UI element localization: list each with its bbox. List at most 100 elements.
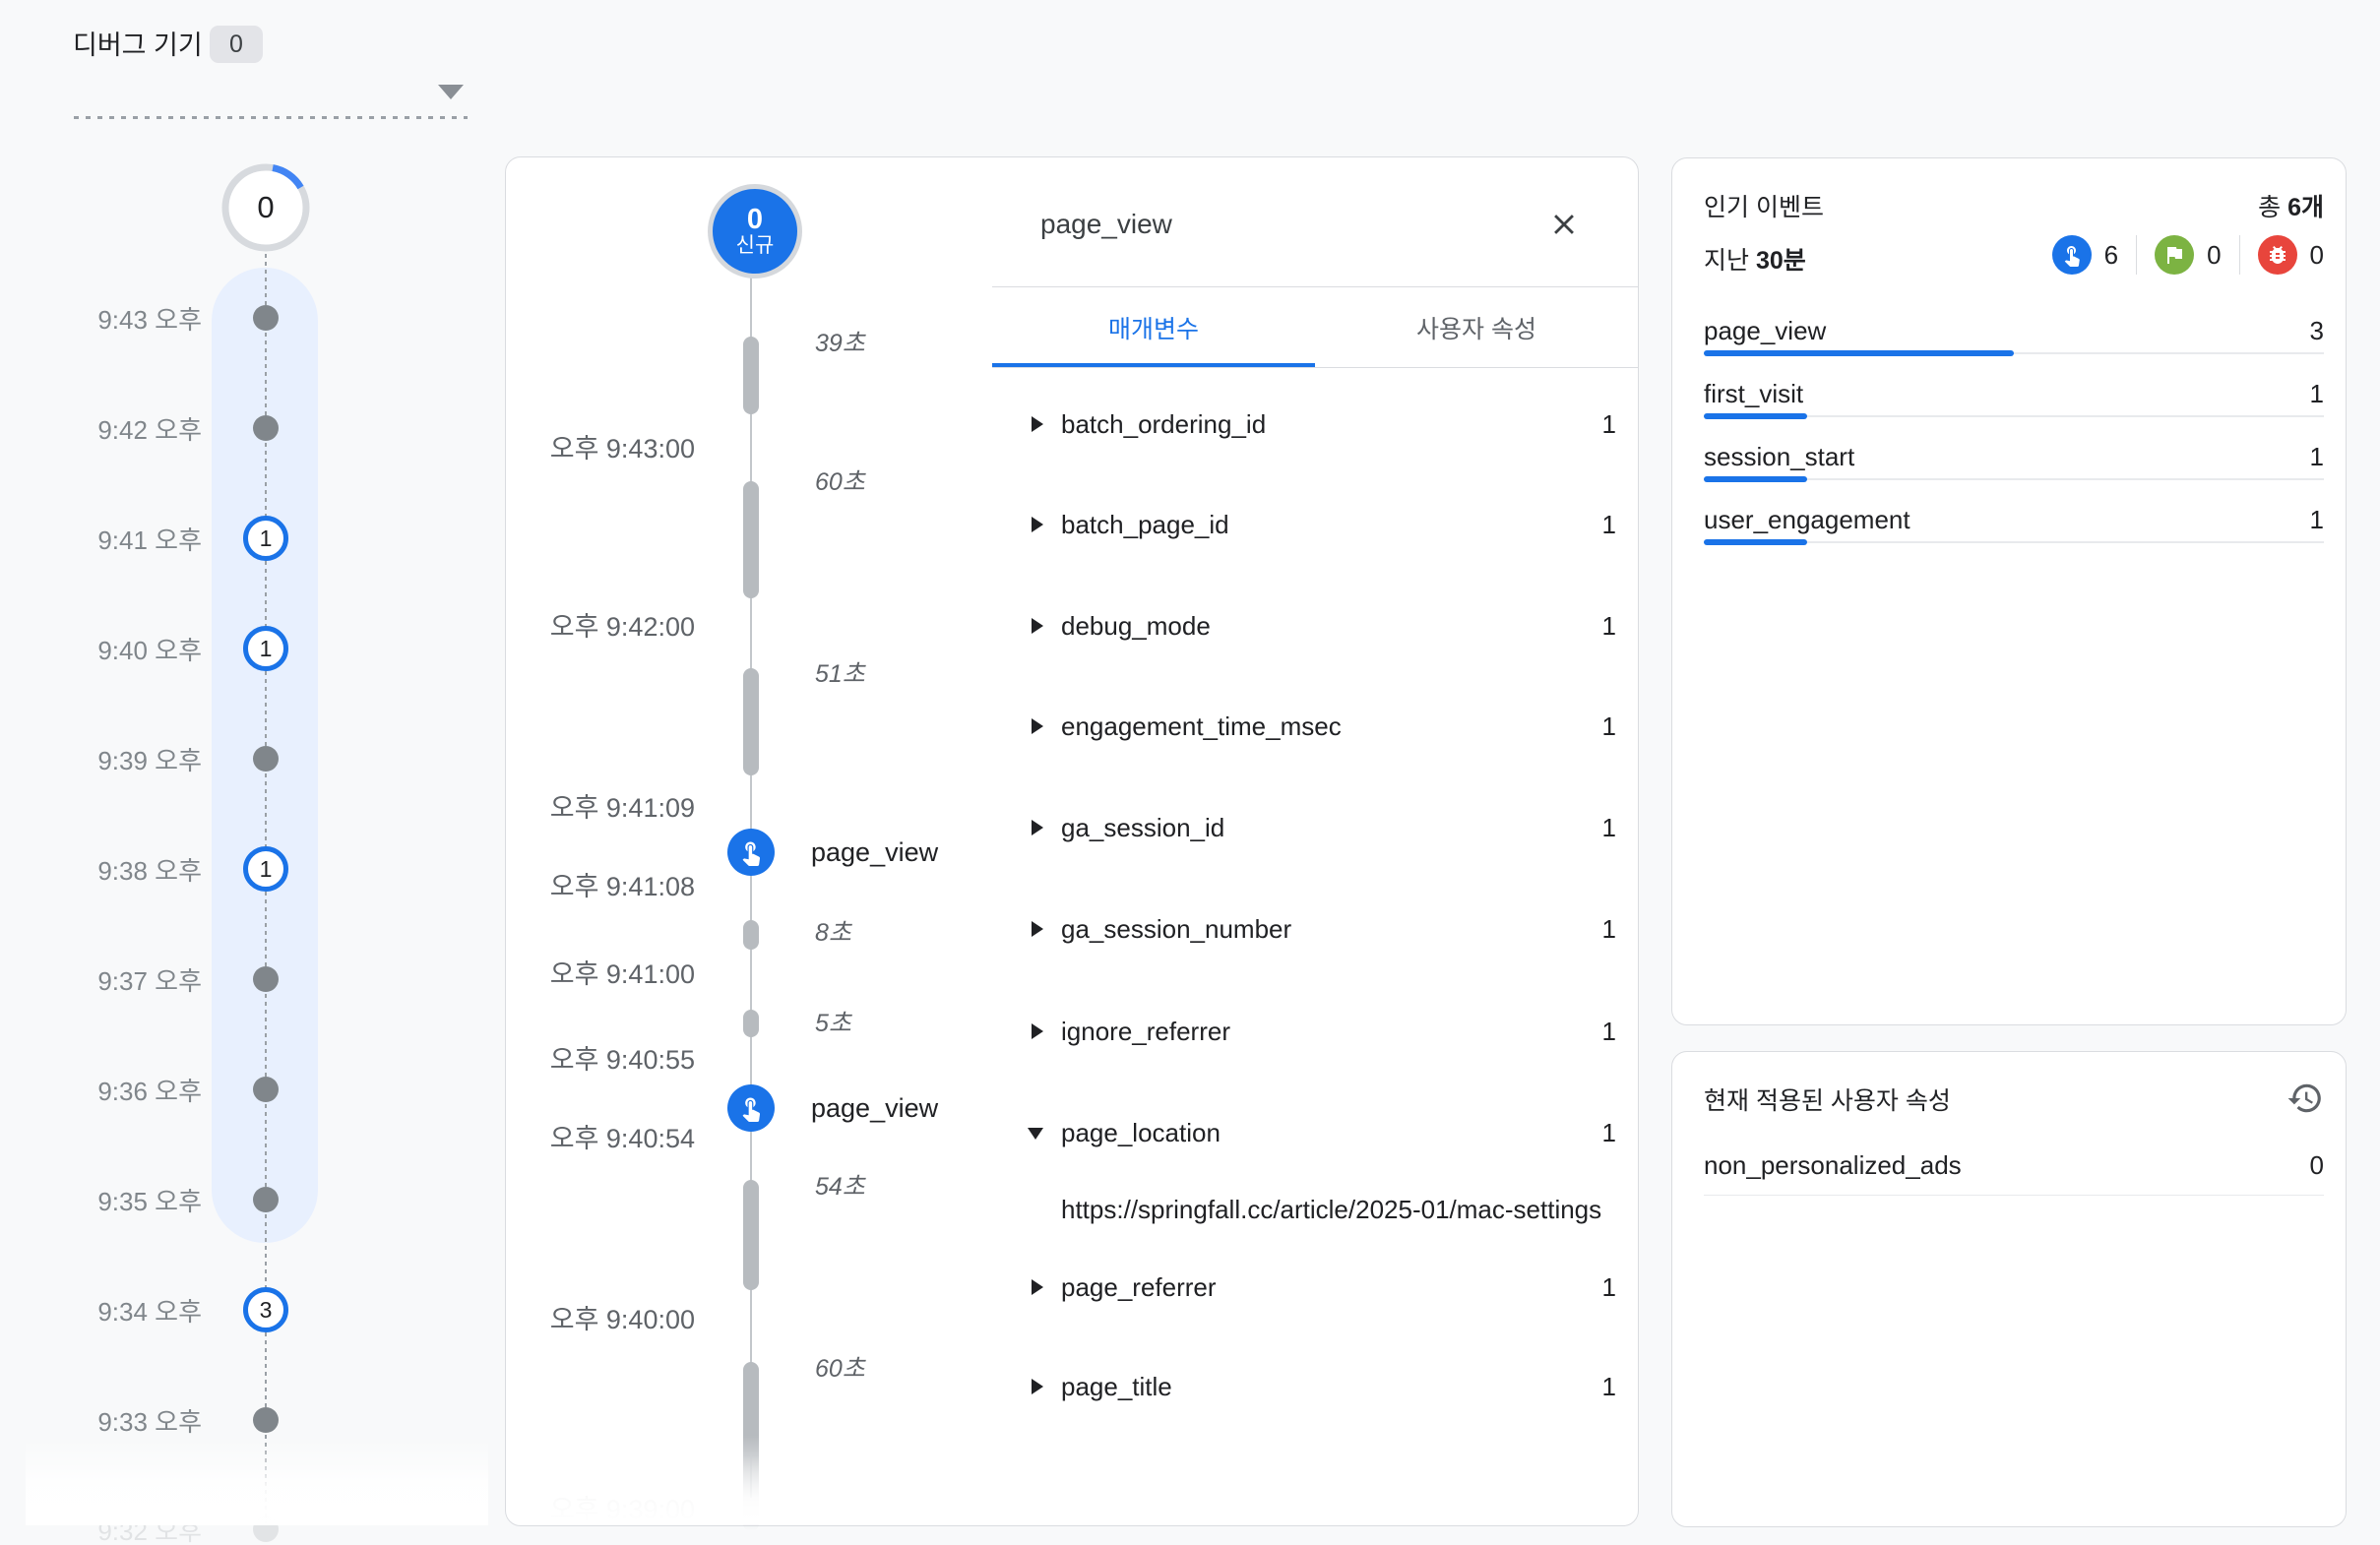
top-event-row[interactable]: user_engagement 1 [1704, 500, 2324, 539]
hour-label: 9:35 오후 [0, 1176, 202, 1223]
hour-row[interactable]: 9:42 오후 [0, 404, 492, 452]
new-users-label: 신규 [736, 234, 775, 258]
stream-timestamp: 오후 9:40:00 [526, 1299, 695, 1334]
touch-events-counter[interactable]: 6 [2052, 235, 2118, 275]
hour-row[interactable]: 9:35 오후 [0, 1176, 492, 1223]
new-users-count: 0 [747, 205, 763, 234]
touch-event-icon[interactable] [727, 829, 775, 876]
duration-bar [743, 920, 759, 950]
user-property-row[interactable]: non_personalized_ads 0 [1704, 1145, 2324, 1185]
chevron-right-icon[interactable] [1032, 1379, 1043, 1394]
event-stream-card: 0 신규 39초 60초 51초 8초 5초 54초 60초 오후 9:43:0… [505, 156, 1639, 1526]
detail-tabs: 매개변수 사용자 속성 [992, 287, 1638, 368]
hour-dot-marker[interactable] [253, 1187, 279, 1212]
counter-divider [2136, 235, 2137, 275]
hour-row[interactable]: 9:36 오후 [0, 1066, 492, 1113]
stream-event-name[interactable]: page_view [811, 1093, 938, 1124]
hour-label: 9:33 오후 [0, 1396, 202, 1444]
stream-event-row[interactable]: page_view [727, 1084, 938, 1132]
param-row[interactable]: debug_mode 1 [992, 605, 1630, 647]
param-count: 1 [1602, 504, 1616, 545]
hour-count-marker[interactable]: 1 [243, 626, 288, 671]
top-event-row[interactable]: first_visit 1 [1704, 374, 2324, 413]
total-prefix: 총 [2258, 194, 2281, 221]
param-name: ga_session_id [1061, 807, 1224, 848]
param-row[interactable]: page_referrer 1 [992, 1267, 1630, 1308]
chevron-down-icon[interactable] [1028, 1128, 1043, 1140]
stream-event-name[interactable]: page_view [811, 837, 938, 868]
stream-bottom-fade [507, 1436, 989, 1524]
stream-timestamp: 오후 9:41:09 [526, 787, 695, 823]
duration-label: 60초 [815, 464, 865, 497]
event-type-counters: 6 0 0 [2052, 233, 2324, 277]
top-event-row[interactable]: session_start 1 [1704, 437, 2324, 476]
param-row-expanded[interactable]: page_location 1 [992, 1112, 1630, 1153]
param-name: ignore_referrer [1061, 1011, 1230, 1052]
param-row[interactable]: page_title 1 [992, 1366, 1630, 1407]
chevron-right-icon[interactable] [1032, 1279, 1043, 1295]
conversion-events-counter[interactable]: 0 [2155, 235, 2221, 275]
hour-timeline-fade [26, 1439, 488, 1525]
user-property-name: non_personalized_ads [1704, 1145, 1962, 1185]
hour-dot-marker[interactable] [253, 305, 279, 331]
history-icon[interactable] [2286, 1080, 2324, 1117]
chevron-right-icon[interactable] [1032, 618, 1043, 634]
param-row[interactable]: batch_ordering_id 1 [992, 403, 1630, 445]
param-row[interactable]: engagement_time_msec 1 [992, 706, 1630, 747]
tab-parameters[interactable]: 매개변수 [992, 287, 1315, 367]
hour-row[interactable]: 9:41 오후 1 [0, 515, 492, 562]
param-name: page_referrer [1061, 1267, 1217, 1308]
hour-dot-marker[interactable] [253, 1407, 279, 1433]
hour-row[interactable]: 9:33 오후 [0, 1396, 492, 1444]
hour-label: 9:41 오후 [0, 515, 202, 562]
top-events-total: 총 6개 [2258, 188, 2324, 223]
stream-event-row[interactable]: page_view [727, 829, 938, 876]
duration-bar [743, 337, 759, 414]
hour-row[interactable]: 9:34 오후 3 [0, 1286, 492, 1333]
hour-dot-marker[interactable] [253, 1077, 279, 1102]
hour-row[interactable]: 9:38 오후 1 [0, 845, 492, 893]
duration-label: 54초 [815, 1168, 865, 1202]
error-events-counter[interactable]: 0 [2258, 235, 2324, 275]
hour-count-marker[interactable]: 1 [243, 846, 288, 892]
conversion-events-count: 0 [2207, 240, 2221, 271]
chevron-right-icon[interactable] [1032, 820, 1043, 835]
param-row[interactable]: ignore_referrer 1 [992, 1011, 1630, 1052]
hour-label: 9:40 오후 [0, 625, 202, 672]
touch-event-icon[interactable] [727, 1084, 775, 1132]
error-events-count: 0 [2310, 240, 2324, 271]
duration-label: 60초 [815, 1350, 865, 1384]
chevron-right-icon[interactable] [1032, 921, 1043, 937]
hour-row[interactable]: 9:37 오후 [0, 956, 492, 1003]
hour-label: 9:42 오후 [0, 404, 202, 452]
param-count: 1 [1602, 908, 1616, 950]
close-icon[interactable] [1547, 208, 1581, 241]
hour-label: 9:36 오후 [0, 1066, 202, 1113]
top-event-count: 1 [2310, 437, 2324, 476]
param-row[interactable]: ga_session_number 1 [992, 908, 1630, 950]
tab-user-properties[interactable]: 사용자 속성 [1315, 287, 1638, 367]
chevron-right-icon[interactable] [1032, 517, 1043, 532]
hour-count-marker[interactable]: 1 [243, 516, 288, 561]
param-row[interactable]: ga_session_id 1 [992, 807, 1630, 848]
hour-dot-marker[interactable] [253, 966, 279, 992]
top-event-row[interactable]: page_view 3 [1704, 311, 2324, 350]
duration-label: 39초 [815, 325, 865, 358]
hour-row[interactable]: 9:39 오후 [0, 735, 492, 782]
hour-dot-marker[interactable] [253, 415, 279, 441]
chevron-right-icon[interactable] [1032, 1023, 1043, 1039]
top-event-bar [1704, 476, 2324, 482]
hour-count-marker[interactable]: 3 [243, 1287, 288, 1332]
chevron-right-icon[interactable] [1032, 416, 1043, 432]
duration-bar [743, 481, 759, 598]
param-row[interactable]: batch_page_id 1 [992, 504, 1630, 545]
hour-row[interactable]: 9:40 오후 1 [0, 625, 492, 672]
hour-row[interactable]: 9:43 오후 [0, 294, 492, 341]
top-event-count: 3 [2310, 311, 2324, 350]
param-count: 1 [1602, 807, 1616, 848]
hour-dot-marker[interactable] [253, 746, 279, 772]
time-window-label: 지난 30분 [1704, 241, 1806, 277]
chevron-right-icon[interactable] [1032, 718, 1043, 734]
duration-label: 51초 [815, 655, 865, 689]
hour-label: 9:34 오후 [0, 1286, 202, 1333]
